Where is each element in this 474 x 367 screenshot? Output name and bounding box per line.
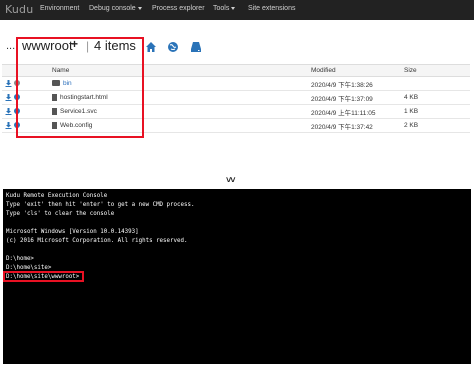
console-line: Microsoft Windows [Version 10.0.14393] (6, 229, 139, 235)
size-cell (401, 76, 470, 91)
console-line: Type 'cls' to clear the console (6, 211, 115, 217)
brand-logo[interactable]: Kudu (5, 3, 33, 16)
top-navbar: Kudu Environment Debug console Process e… (0, 0, 474, 20)
size-cell: 4 KB (401, 90, 470, 105)
console-line: Kudu Remote Execution Console (6, 193, 108, 199)
breadcrumb-ellipsis[interactable]: ... (6, 40, 15, 52)
download-icon[interactable] (5, 107, 12, 115)
globe-icon[interactable] (167, 41, 179, 53)
modified-cell: 2020/4/9 下午1:37:09 (308, 90, 401, 105)
nav-debug-console[interactable]: Debug console (89, 5, 142, 12)
chevron-down-icon[interactable]: ˅˅ (226, 175, 235, 185)
home-icon[interactable] (145, 41, 157, 53)
modified-cell: 2020/4/9 下午1:37:42 (308, 118, 401, 133)
column-size[interactable]: Size (401, 64, 470, 77)
size-cell: 1 KB (401, 104, 470, 119)
drive-icon[interactable] (190, 41, 202, 53)
download-icon[interactable] (5, 79, 12, 87)
nav-tools[interactable]: Tools (213, 5, 236, 12)
caret-down-icon (231, 6, 236, 10)
modified-cell: 2020/4/9 上午11:11:05 (308, 104, 401, 119)
console-line: D:\home> (6, 256, 34, 262)
nav-environment[interactable]: Environment (40, 5, 79, 12)
nav-process-explorer[interactable]: Process explorer (152, 5, 205, 12)
column-modified[interactable]: Modified (308, 64, 401, 77)
size-cell: 2 KB (401, 118, 470, 133)
highlight-box (16, 37, 144, 138)
console-line: Type 'exit' then hit 'enter' to get a ne… (6, 202, 195, 208)
modified-cell: 2020/4/9 下午1:38:26 (308, 76, 401, 91)
download-icon[interactable] (5, 121, 12, 129)
caret-down-icon (137, 6, 142, 10)
prompt-highlight-box (3, 271, 84, 282)
console-line: (c) 2016 Microsoft Corporation. All righ… (6, 238, 188, 244)
nav-site-extensions[interactable]: Site extensions (248, 5, 295, 12)
download-icon[interactable] (5, 93, 12, 101)
